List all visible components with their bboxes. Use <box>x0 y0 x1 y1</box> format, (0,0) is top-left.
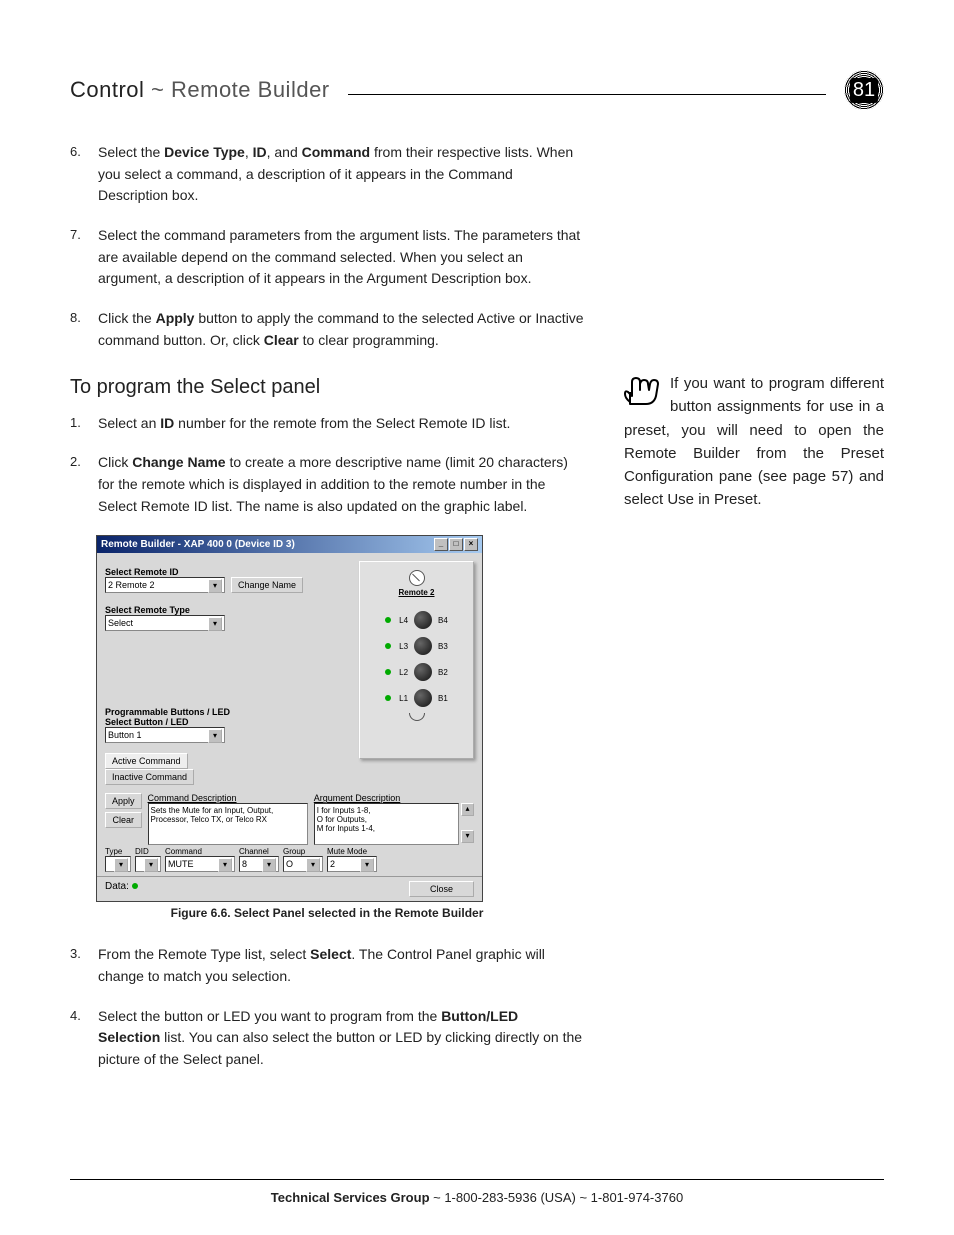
led-icon <box>385 643 391 649</box>
select-remote-type-combo[interactable]: Select <box>105 615 225 631</box>
change-name-button[interactable]: Change Name <box>231 577 303 593</box>
channel-combo[interactable]: 8 <box>239 856 279 872</box>
remote-name: Remote 2 <box>398 588 434 597</box>
label-prog-buttons: Programmable Buttons / LED <box>105 707 349 717</box>
remote-row[interactable]: L1B1 <box>385 689 448 707</box>
type-combo[interactable] <box>105 856 131 872</box>
window-title: Remote Builder - XAP 400 0 (Device ID 3) <box>101 539 295 550</box>
command-combo[interactable]: MUTE <box>165 856 235 872</box>
led-icon <box>385 617 391 623</box>
close-icon[interactable]: × <box>464 538 478 551</box>
led-icon <box>385 695 391 701</box>
steps-list-a: 6.Select the Device Type, ID, and Comman… <box>70 142 584 352</box>
figure-caption: Figure 6.6. Select Panel selected in the… <box>70 906 584 920</box>
step-text: Select an ID number for the remote from … <box>98 413 584 435</box>
breadcrumb-strong: Control <box>70 77 144 102</box>
step-text: Click the Apply button to apply the comm… <box>98 308 584 351</box>
header-rule <box>348 94 826 95</box>
did-combo[interactable] <box>135 856 161 872</box>
select-remote-id-combo[interactable]: 2 Remote 2 <box>105 577 225 593</box>
knob-icon <box>414 611 432 629</box>
select-button-led-combo[interactable]: Button 1 <box>105 727 225 743</box>
apply-button[interactable]: Apply <box>105 793 142 809</box>
group-combo[interactable]: O <box>283 856 323 872</box>
mutemode-combo[interactable]: 2 <box>327 856 377 872</box>
knob-icon <box>414 663 432 681</box>
step-text: Select the Device Type, ID, and Command … <box>98 142 584 207</box>
steps-list-b: 1.Select an ID number for the remote fro… <box>70 413 584 518</box>
step-text: Select the command parameters from the a… <box>98 225 584 290</box>
page-number: 81 <box>850 78 878 103</box>
remote-row[interactable]: L4B4 <box>385 611 448 629</box>
clear-button[interactable]: Clear <box>105 812 142 828</box>
step-text: From the Remote Type list, select Select… <box>98 944 584 987</box>
maximize-icon[interactable]: □ <box>449 538 463 551</box>
argument-description-box: I for Inputs 1-8, O for Outputs, M for I… <box>314 803 459 845</box>
sidebar-note: If you want to program different button … <box>624 142 884 1089</box>
breadcrumb-light: Remote Builder <box>171 77 330 102</box>
label-command-description: Command Description <box>148 793 308 803</box>
active-command-tab[interactable]: Active Command <box>105 753 188 769</box>
minimize-icon[interactable]: _ <box>434 538 448 551</box>
knob-icon <box>414 689 432 707</box>
breadcrumb: Control ~ Remote Builder <box>70 77 330 103</box>
label-select-remote-id: Select Remote ID <box>105 567 349 577</box>
hand-pointing-icon <box>624 374 664 408</box>
remote-bottom-icon <box>409 713 425 721</box>
step-text: Click Change Name to create a more descr… <box>98 452 584 517</box>
page-footer: Technical Services Group ~ 1-800-283-593… <box>70 1179 884 1205</box>
label-select-remote-type: Select Remote Type <box>105 605 349 615</box>
inactive-command-tab[interactable]: Inactive Command <box>105 769 194 785</box>
remote-row[interactable]: L3B3 <box>385 637 448 655</box>
data-label: Data: <box>105 881 140 897</box>
section-heading: To program the Select panel <box>70 376 584 399</box>
close-button[interactable]: Close <box>409 881 474 897</box>
step-text: Select the button or LED you want to pro… <box>98 1006 584 1071</box>
knob-icon <box>414 637 432 655</box>
remote-top-icon <box>409 570 425 586</box>
label-argument-description: Argument Description <box>314 793 474 803</box>
led-icon <box>385 669 391 675</box>
page-number-badge: 81 <box>844 70 884 110</box>
remote-builder-window: Remote Builder - XAP 400 0 (Device ID 3)… <box>96 535 483 902</box>
remote-row[interactable]: L2B2 <box>385 663 448 681</box>
remote-panel-graphic: Remote 2 L4B4 L3B3 L2B2 L1B1 <box>359 561 474 759</box>
command-description-box: Sets the Mute for an Input, Output, Proc… <box>148 803 308 845</box>
label-select-button: Select Button / LED <box>105 717 349 727</box>
steps-list-c: 3.From the Remote Type list, select Sele… <box>70 944 584 1070</box>
scrollbar[interactable]: ▴▾ <box>461 803 474 845</box>
